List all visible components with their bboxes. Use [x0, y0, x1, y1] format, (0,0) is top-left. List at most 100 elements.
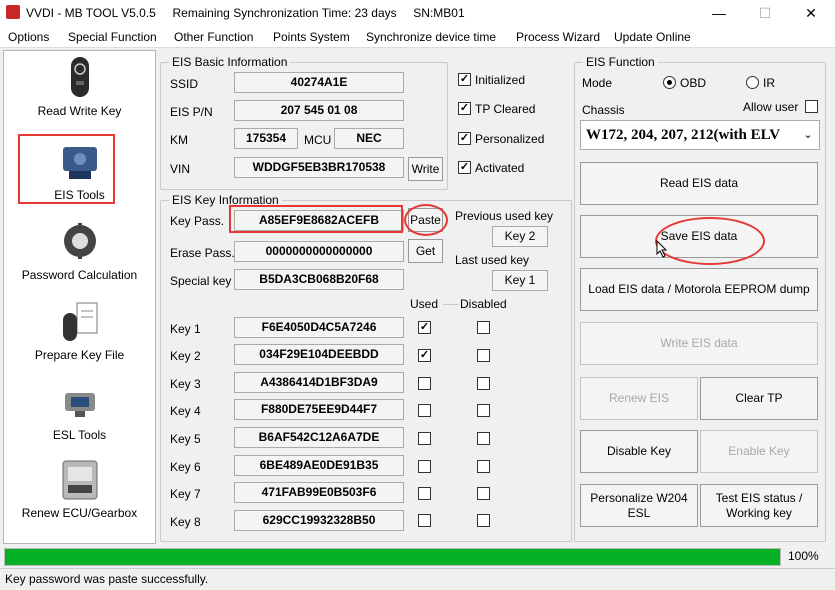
key-value-field[interactable]: 629CC19932328B50	[234, 510, 404, 531]
key-label: Key 5	[170, 432, 201, 446]
initialized-checkbox[interactable]: ✓	[458, 73, 471, 86]
special-key-field[interactable]: B5DA3CB068B20F68	[234, 269, 404, 290]
save-eis-data-button[interactable]: Save EIS data	[580, 215, 818, 258]
key-label: Key 1	[170, 322, 201, 336]
selected-tool-highlight	[18, 134, 115, 204]
menu-other-function[interactable]: Other Function	[174, 30, 253, 44]
menu-special-function[interactable]: Special Function	[68, 30, 157, 44]
km-field[interactable]: 175354	[234, 128, 298, 149]
key-value-field[interactable]: 6BE489AE0DE91B35	[234, 455, 404, 476]
test-eis-status-button[interactable]: Test EIS status / Working key	[700, 484, 818, 527]
write-eis-data-button[interactable]: Write EIS data	[580, 322, 818, 365]
key-file-icon	[57, 299, 103, 345]
sidebar-item-esl-tools[interactable]: ESL Tools	[4, 379, 155, 442]
chevron-down-icon: ⌄	[799, 121, 817, 149]
get-button[interactable]: Get	[408, 239, 443, 263]
key-value-field[interactable]: F880DE75EE9D44F7	[234, 399, 404, 420]
status-bar: Key password was paste successfully.	[0, 568, 835, 590]
tool-sidebar: Read Write Key EIS Tools Password Calcul…	[3, 50, 156, 544]
key-value-field[interactable]: 471FAB99E0B503F6	[234, 482, 404, 503]
key-value-field[interactable]: B6AF542C12A6A7DE	[234, 427, 404, 448]
chassis-select[interactable]: W172, 204, 207, 212(with ELV ⌄	[580, 120, 820, 150]
menu-update-online[interactable]: Update Online	[614, 30, 691, 44]
group-title: EIS Basic Information	[169, 55, 291, 69]
key-disabled-checkbox[interactable]	[477, 377, 490, 390]
close-button[interactable]: ✕	[788, 0, 834, 26]
progress-percent: 100%	[788, 549, 819, 563]
activated-checkbox[interactable]: ✓	[458, 161, 471, 174]
key-disabled-checkbox[interactable]	[477, 514, 490, 527]
menu-synchronize-device-time[interactable]: Synchronize device time	[366, 30, 496, 44]
erase-pass-field[interactable]: 0000000000000000	[234, 241, 404, 262]
title-bar: VVDI - MB TOOL V5.0.5 Remaining Synchron…	[0, 0, 835, 26]
disable-key-button[interactable]: Disable Key	[580, 430, 698, 473]
maximize-button[interactable]: ☐	[742, 0, 788, 26]
mcu-label: MCU	[304, 133, 332, 147]
initialized-label: Initialized	[475, 73, 526, 87]
vin-field[interactable]: WDDGF5EB3BR170538	[234, 157, 404, 178]
sidebar-item-read-write-key[interactable]: Read Write Key	[4, 55, 155, 118]
key-disabled-checkbox[interactable]	[477, 404, 490, 417]
key-label: Key 7	[170, 487, 201, 501]
key-disabled-checkbox[interactable]	[477, 349, 490, 362]
mouse-cursor-icon	[656, 240, 668, 258]
minimize-button[interactable]: —	[696, 0, 742, 26]
key-disabled-checkbox[interactable]	[477, 432, 490, 445]
key-value-field[interactable]: F6E4050D4C5A7246	[234, 317, 404, 338]
key-used-checkbox[interactable]	[418, 487, 431, 500]
allow-user-checkbox[interactable]	[805, 100, 818, 113]
key-disabled-checkbox[interactable]	[477, 460, 490, 473]
previous-used-key-label: Previous used key	[455, 209, 554, 223]
key-value-field[interactable]: A4386414D1BF3DA9	[234, 372, 404, 393]
km-label: KM	[170, 133, 188, 147]
key-used-checkbox[interactable]	[418, 460, 431, 473]
key-used-checkbox[interactable]: ✓	[418, 321, 431, 334]
renew-eis-button[interactable]: Renew EIS	[580, 377, 698, 420]
ir-radio[interactable]	[746, 76, 759, 89]
enable-key-button[interactable]: Enable Key	[700, 430, 818, 473]
read-eis-data-button[interactable]: Read EIS data	[580, 162, 818, 205]
key-used-checkbox[interactable]: ✓	[418, 349, 431, 362]
mcu-field[interactable]: NEC	[334, 128, 404, 149]
key-label: Key 4	[170, 404, 201, 418]
used-column-header: Used	[410, 297, 439, 311]
key-used-checkbox[interactable]	[418, 404, 431, 417]
menu-points-system[interactable]: Points System	[273, 30, 350, 44]
key-pass-label: Key Pass.	[170, 214, 225, 228]
group-title: EIS Key Information	[169, 193, 282, 207]
key-value-field[interactable]: 034F29E104DEEBDD	[234, 344, 404, 365]
ssid-field[interactable]: 40274A1E	[234, 72, 404, 93]
tp-cleared-checkbox[interactable]: ✓	[458, 102, 471, 115]
key-used-checkbox[interactable]	[418, 514, 431, 527]
key-disabled-checkbox[interactable]	[477, 487, 490, 500]
eis-pn-field[interactable]: 207 545 01 08	[234, 100, 404, 121]
menu-process-wizard[interactable]: Process Wizard	[516, 30, 600, 44]
menu-options[interactable]: Options	[8, 30, 49, 44]
paste-button[interactable]: Paste	[408, 208, 443, 232]
ir-label: IR	[763, 76, 775, 90]
sidebar-label: Renew ECU/Gearbox	[21, 506, 138, 520]
key-used-checkbox[interactable]	[418, 377, 431, 390]
chassis-selected-value: W172, 204, 207, 212(with ELV	[586, 127, 781, 143]
key-used-checkbox[interactable]	[418, 432, 431, 445]
erase-pass-label: Erase Pass.	[170, 246, 235, 260]
ssid-label: SSID	[170, 77, 199, 91]
allow-user-label: Allow user	[743, 100, 799, 114]
key-label: Key 3	[170, 377, 201, 391]
header-divider	[443, 304, 458, 305]
key-pass-field[interactable]: A85EF9E8682ACEFB	[234, 210, 404, 231]
sidebar-item-prepare-key-file[interactable]: Prepare Key File	[4, 299, 155, 362]
special-key-label: Special key	[170, 274, 232, 288]
obd-radio[interactable]	[663, 76, 676, 89]
sidebar-label: Password Calculation	[21, 268, 138, 282]
personalized-checkbox[interactable]: ✓	[458, 132, 471, 145]
key-disabled-checkbox[interactable]	[477, 321, 490, 334]
write-vin-button[interactable]: Write	[408, 157, 443, 181]
sidebar-item-password-calculation[interactable]: Password Calculation	[4, 219, 155, 282]
personalize-w204-esl-button[interactable]: Personalize W204 ESL	[580, 484, 698, 527]
load-eis-data-button[interactable]: Load EIS data / Motorola EEPROM dump	[580, 268, 818, 311]
ecu-module-icon	[57, 457, 103, 503]
app-logo-icon	[6, 5, 20, 19]
sidebar-item-renew-ecu-gearbox[interactable]: Renew ECU/Gearbox	[4, 457, 155, 520]
clear-tp-button[interactable]: Clear TP	[700, 377, 818, 420]
